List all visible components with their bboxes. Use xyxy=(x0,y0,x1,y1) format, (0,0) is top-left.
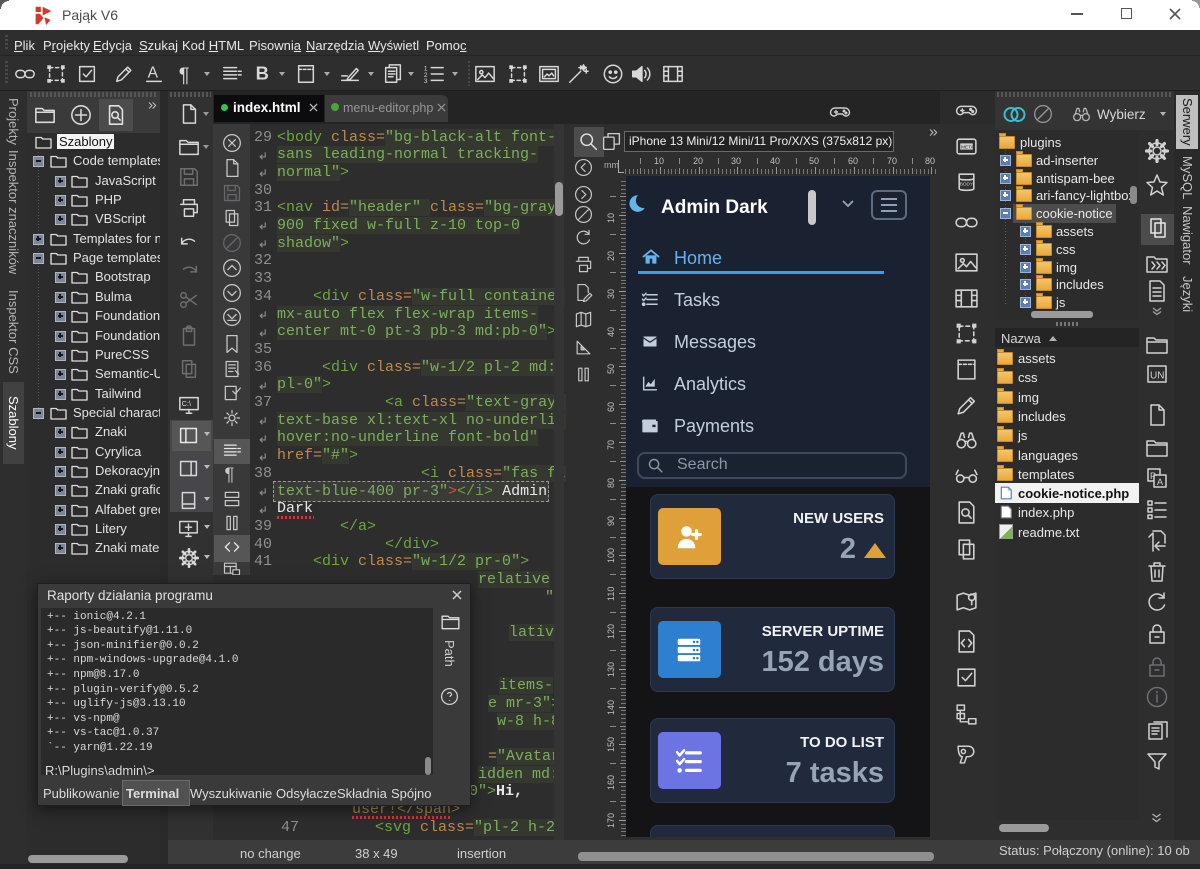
svg-text:A: A xyxy=(1157,477,1163,487)
svg-text:A: A xyxy=(148,65,159,82)
svg-text:3: 3 xyxy=(424,78,428,85)
svg-text:BODY: BODY xyxy=(960,182,974,187)
svg-text:¶: ¶ xyxy=(225,464,235,484)
svg-text:C:\: C:\ xyxy=(182,399,192,408)
svg-text:META: META xyxy=(961,145,975,150)
svg-text:B: B xyxy=(256,63,269,84)
svg-text:UN: UN xyxy=(1150,371,1164,382)
svg-text:¶: ¶ xyxy=(179,64,190,85)
